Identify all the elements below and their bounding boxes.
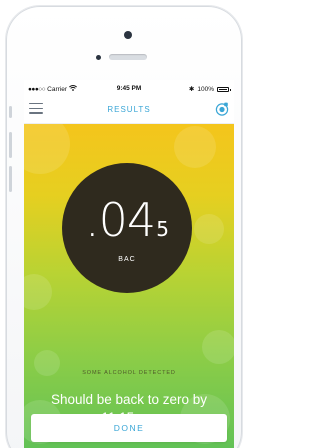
status-bar: ●●●○○ Carrier 9:45 PM ✱ 100% xyxy=(24,80,234,96)
battery-percent: 100% xyxy=(197,85,214,93)
background-bokeh xyxy=(24,274,52,310)
background-bokeh xyxy=(24,124,70,174)
done-button[interactable]: DONE xyxy=(31,414,227,442)
volume-down-button xyxy=(9,166,12,192)
background-bokeh xyxy=(202,330,234,364)
breathalyzer-device-icon[interactable] xyxy=(215,102,229,116)
bac-value: .045 xyxy=(62,193,192,247)
bac-unit-label: BAC xyxy=(118,256,136,263)
status-right: ✱ 100% xyxy=(188,85,231,93)
nav-bar: RESULTS xyxy=(24,96,234,124)
earpiece-speaker xyxy=(109,54,147,60)
bac-readout-circle: .045 BAC xyxy=(62,163,192,293)
front-camera xyxy=(124,31,132,39)
volume-up-button xyxy=(9,132,12,158)
background-bokeh xyxy=(194,214,224,244)
background-bokeh xyxy=(174,126,216,168)
results-panel: .045 BAC SOME ALCOHOL DETECTED Should be… xyxy=(24,124,234,448)
phone-screen: ●●●○○ Carrier 9:45 PM ✱ 100% RESULTS .04… xyxy=(24,80,234,448)
page-title: RESULTS xyxy=(107,105,151,114)
bac-value-main: .04 xyxy=(85,193,156,247)
proximity-sensor xyxy=(96,55,101,60)
bac-value-small-digit: 5 xyxy=(156,217,169,241)
mute-switch xyxy=(9,106,12,118)
app-screenshot: ●●●○○ Carrier 9:45 PM ✱ 100% RESULTS .04… xyxy=(0,0,245,448)
alcohol-status-label: SOME ALCOHOL DETECTED xyxy=(82,370,176,376)
bluetooth-icon: ✱ xyxy=(188,86,195,93)
battery-icon xyxy=(217,86,231,92)
